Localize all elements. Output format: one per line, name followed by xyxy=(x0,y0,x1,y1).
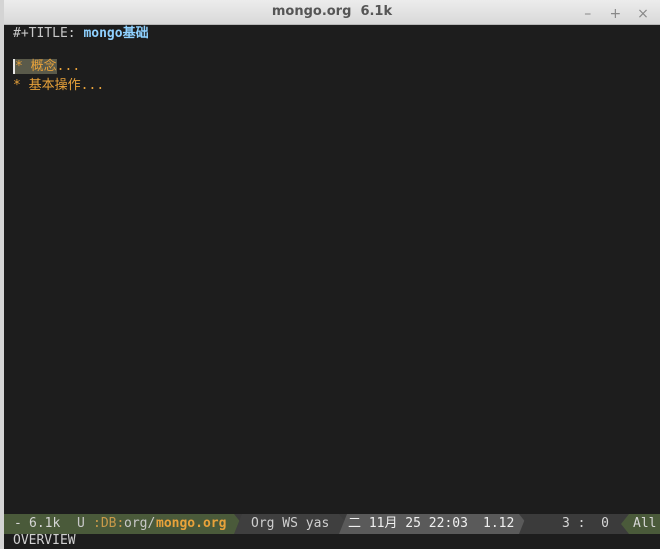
editor-buffer[interactable]: #+TITLE: mongo基础 * 概念... * 基本操作... xyxy=(4,24,660,514)
buffer-state: - xyxy=(14,516,22,531)
minor-modes[interactable]: Org WS yas xyxy=(251,514,329,534)
buffer-size: 6.1k xyxy=(29,516,61,531)
mode-line: - 6.1k U :DB: org/ mongo.org Org WS yas … xyxy=(4,514,660,534)
buffer-filename[interactable]: mongo.org xyxy=(156,514,226,534)
datetime: 二 11月 25 22:03 xyxy=(348,516,468,531)
heading-ellipsis[interactable]: ... xyxy=(81,78,104,93)
heading-text: 基本操作 xyxy=(28,78,81,93)
encoding-indicator: U xyxy=(77,516,85,531)
cursor-position: 3 : 0 xyxy=(562,516,609,531)
path-prefix: :DB: xyxy=(93,516,125,531)
emacs-window: mongo.org 6.1k – + × #+TITLE: mongo基础 * … xyxy=(4,0,660,549)
heading-line-1[interactable]: * 概念... xyxy=(13,57,80,76)
path-dir: org/ xyxy=(124,516,156,531)
close-icon[interactable]: × xyxy=(634,6,652,22)
window-titlebar[interactable]: mongo.org 6.1k – + × xyxy=(4,0,660,25)
heading-line-2[interactable]: * 基本操作... xyxy=(13,76,104,95)
load-average: 1.12 xyxy=(483,516,515,531)
heading-text: 概念 xyxy=(30,59,57,74)
heading-star: * xyxy=(13,78,21,93)
maximize-icon[interactable]: + xyxy=(606,6,624,22)
echo-area: OVERVIEW xyxy=(13,533,76,548)
title-value: mongo基础 xyxy=(83,26,149,41)
title-line: #+TITLE: mongo基础 xyxy=(13,24,149,43)
heading-star: * xyxy=(13,59,23,74)
minimize-icon[interactable]: – xyxy=(579,6,597,22)
scroll-indicator: All xyxy=(633,516,657,531)
window-title: mongo.org 6.1k xyxy=(271,4,393,19)
window-controls: – + × xyxy=(579,3,652,22)
title-keyword: #+TITLE: xyxy=(13,26,76,41)
heading-ellipsis[interactable]: ... xyxy=(57,59,80,74)
